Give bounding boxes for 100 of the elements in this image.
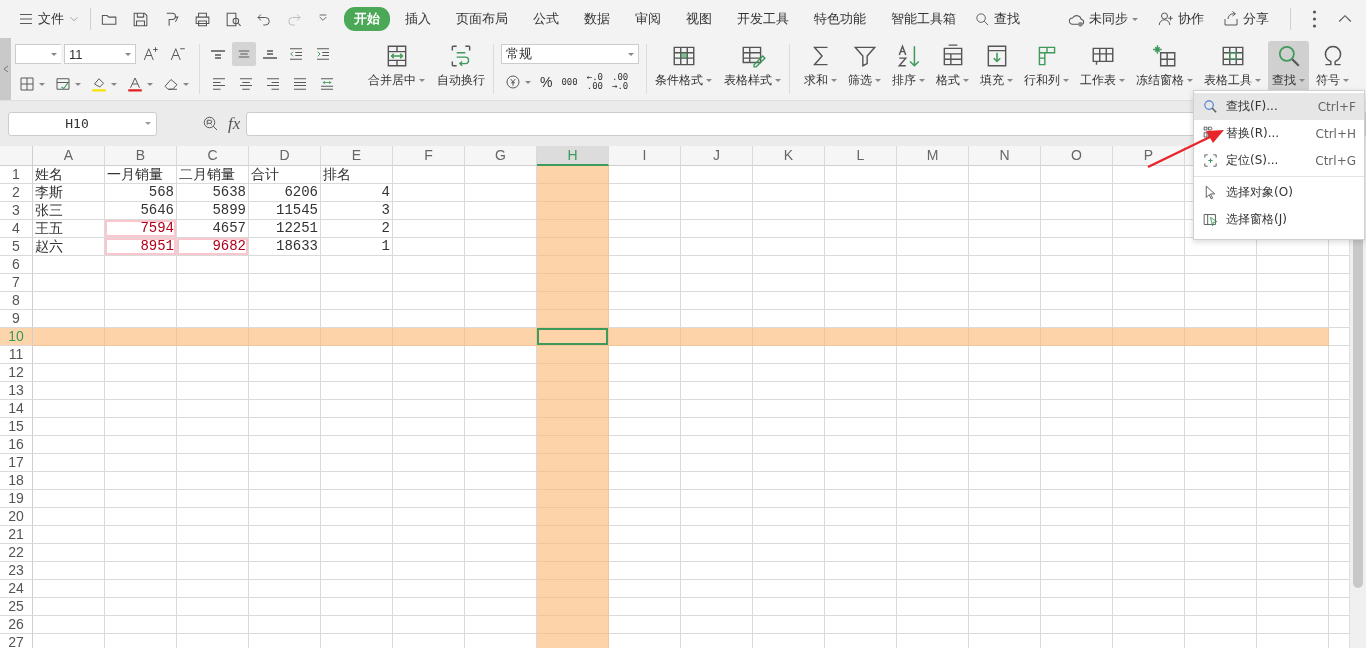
- ribbon-button[interactable]: 表格样式: [720, 41, 785, 91]
- table-cell-text: 张三: [34, 202, 64, 220]
- menu-item[interactable]: 选择窗格(J): [1194, 206, 1364, 233]
- sync-button[interactable]: 未同步: [1064, 7, 1142, 31]
- zoom-cell-button[interactable]: [202, 114, 220, 133]
- highlighted-cell: [1041, 328, 1113, 346]
- ribbon-tab[interactable]: 页面布局: [446, 7, 518, 31]
- column-header[interactable]: J: [681, 146, 753, 166]
- name-box[interactable]: H10: [8, 111, 157, 136]
- percent-button[interactable]: %: [537, 70, 556, 94]
- font-size-field[interactable]: 11: [64, 44, 136, 64]
- search-icon: [974, 10, 991, 28]
- column-header[interactable]: K: [753, 146, 825, 166]
- column-header[interactable]: I: [609, 146, 681, 166]
- ribbon-button[interactable]: 自动换行: [433, 41, 489, 91]
- column-header[interactable]: E: [321, 146, 393, 166]
- growfont-icon: [142, 45, 160, 63]
- file-menu[interactable]: 文件: [14, 8, 84, 30]
- ribbon-tab[interactable]: 公式: [523, 7, 569, 31]
- freeze-panes-icon: [1151, 43, 1178, 69]
- ribbon-button[interactable]: 行和列: [1020, 41, 1073, 91]
- ribbon-tab[interactable]: 数据: [574, 7, 620, 31]
- indentinc-icon: [314, 45, 332, 63]
- active-cell[interactable]: [537, 328, 609, 346]
- ribbon-button[interactable]: 格式: [932, 41, 973, 91]
- highlighted-cell: [1257, 328, 1329, 346]
- table-cell-text: 李斯: [34, 184, 64, 202]
- column-header[interactable]: M: [897, 146, 969, 166]
- ribbon-tab[interactable]: 开发工具: [727, 7, 799, 31]
- highlighted-cell: [537, 616, 609, 634]
- ribbon-tab[interactable]: 智能工具箱: [881, 7, 966, 31]
- highlighted-cell: [537, 580, 609, 598]
- highlighted-cell: [537, 256, 609, 274]
- decrease-decimal-button[interactable]: .00 →.0: [609, 70, 632, 94]
- table-cell-text: 一月销量: [106, 166, 164, 184]
- ribbon-button[interactable]: 条件格式: [651, 41, 716, 91]
- menu-item[interactable]: 选择对象(O): [1194, 179, 1364, 206]
- highlighted-cell: [537, 526, 609, 544]
- ribbon-tab[interactable]: 特色功能: [804, 7, 876, 31]
- aligncenter-icon: [237, 75, 255, 93]
- collapse-left-icon[interactable]: [2, 65, 9, 73]
- borders-icon: [18, 75, 36, 93]
- thousands-button[interactable]: 000: [558, 70, 581, 94]
- column-header[interactable]: F: [393, 146, 465, 166]
- increase-decimal-button[interactable]: ←.0 .00: [583, 70, 606, 94]
- highlighted-cell: [537, 490, 609, 508]
- highlighted-cell: [537, 598, 609, 616]
- ribbon-tab[interactable]: 插入: [395, 7, 441, 31]
- menu-item[interactable]: 定位(S)... Ctrl+G: [1194, 147, 1364, 174]
- align-middle-button[interactable]: [232, 42, 256, 66]
- column-header[interactable]: L: [825, 146, 897, 166]
- number-format-field[interactable]: 常规: [501, 44, 639, 64]
- highlighted-cell: [537, 220, 609, 238]
- collaborate-button[interactable]: 协作: [1154, 8, 1207, 30]
- menu-item[interactable]: 查找(F)... Ctrl+F: [1194, 93, 1364, 120]
- column-header[interactable]: O: [1041, 146, 1113, 166]
- highlighted-cell: [1185, 328, 1257, 346]
- highlighted-cell: [537, 436, 609, 454]
- highlighted-cell: [537, 544, 609, 562]
- ribbon-button[interactable]: 求和: [800, 41, 841, 91]
- font-name-field[interactable]: [15, 44, 61, 64]
- table-cell-text: 1: [380, 238, 391, 256]
- table-cell-text: 6206: [283, 184, 319, 202]
- table-cell-text: 568: [147, 184, 175, 202]
- highlighted-cell: [465, 328, 537, 346]
- column-header[interactable]: A: [33, 146, 105, 166]
- ribbon-button[interactable]: 工作表: [1076, 41, 1129, 91]
- ribbon-button[interactable]: 合并居中: [364, 41, 429, 91]
- column-header[interactable]: B: [105, 146, 177, 166]
- highlighted-cell: [1113, 328, 1185, 346]
- highlighted-cell: [681, 328, 753, 346]
- highlighted-cell: [537, 562, 609, 580]
- table-cell: 7594: [105, 220, 177, 238]
- column-header[interactable]: P: [1113, 146, 1185, 166]
- column-header[interactable]: N: [969, 146, 1041, 166]
- ribbon-button[interactable]: 填充: [976, 41, 1017, 91]
- ribbon-button[interactable]: 筛选: [844, 41, 885, 91]
- table-cell-text: 4657: [211, 220, 247, 238]
- column-header[interactable]: G: [465, 146, 537, 166]
- ribbon-button[interactable]: 冻结窗格: [1132, 41, 1197, 91]
- highlighted-cell: [537, 346, 609, 364]
- highlighted-cell: [537, 418, 609, 436]
- highlighted-cell: [537, 364, 609, 382]
- search-button[interactable]: 查找: [971, 8, 1023, 30]
- pane-icon: [1202, 211, 1219, 228]
- highlighted-cell: [537, 184, 609, 202]
- highlighted-cell: [537, 166, 609, 184]
- add-person-icon: [1157, 10, 1175, 28]
- function-label[interactable]: fx: [228, 113, 241, 134]
- highlighted-cell: [969, 328, 1041, 346]
- share-button[interactable]: 分享: [1219, 8, 1272, 30]
- column-header[interactable]: D: [249, 146, 321, 166]
- ribbon-button[interactable]: 排序: [888, 41, 929, 91]
- table-cell-text: 排名: [322, 166, 352, 184]
- column-header[interactable]: C: [177, 146, 249, 166]
- shrinkfont-icon: [169, 45, 187, 63]
- ribbon-button[interactable]: 查找: [1268, 41, 1309, 91]
- ribbon-tab[interactable]: 审阅: [625, 7, 671, 31]
- ribbon-tab[interactable]: 视图: [676, 7, 722, 31]
- highlighted-cell: [609, 328, 681, 346]
